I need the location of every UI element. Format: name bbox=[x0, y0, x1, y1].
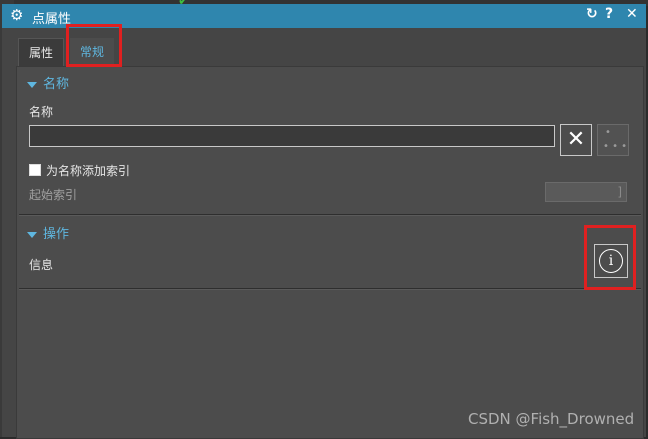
spinner-icon: ] bbox=[617, 185, 622, 199]
section-ops-header[interactable]: 操作 bbox=[27, 223, 69, 242]
point-properties-dialog: ⚙ 点属性 ↻ ? ✕ 属性 常规 名称 名称 ✕ • • • • 为名称添加索… bbox=[2, 4, 646, 439]
dots-icon: • bbox=[605, 127, 611, 138]
add-index-checkbox[interactable] bbox=[29, 164, 41, 176]
section-divider bbox=[19, 288, 641, 290]
section-ops-title: 操作 bbox=[43, 227, 70, 242]
start-index-input[interactable]: ] bbox=[545, 182, 627, 202]
collapse-triangle-icon bbox=[27, 81, 37, 88]
add-index-label: 为名称添加索引 bbox=[46, 164, 131, 178]
section-name-title: 名称 bbox=[43, 77, 70, 92]
section-name-header[interactable]: 名称 bbox=[27, 73, 69, 92]
refresh-icon[interactable]: ↻ bbox=[586, 6, 598, 22]
collapse-triangle-icon bbox=[27, 231, 37, 238]
name-input[interactable] bbox=[29, 125, 555, 147]
highlight-box-info bbox=[584, 225, 636, 290]
name-label: 名称 bbox=[29, 105, 54, 119]
gear-icon: ⚙ bbox=[10, 6, 24, 24]
start-index-label: 起始索引 bbox=[29, 188, 78, 202]
help-button[interactable]: ? bbox=[605, 6, 613, 22]
tab-properties[interactable]: 属性 bbox=[18, 38, 65, 67]
more-options-button[interactable]: • • • • bbox=[597, 124, 629, 156]
highlight-box-tab bbox=[66, 24, 122, 67]
close-button[interactable]: ✕ bbox=[626, 6, 638, 22]
general-panel: 名称 名称 ✕ • • • • 为名称添加索引 起始索引 ] 操作 信息 i bbox=[16, 66, 644, 439]
section-divider bbox=[19, 214, 641, 216]
clear-name-button[interactable]: ✕ bbox=[560, 124, 592, 156]
watermark: CSDN @Fish_Drowned bbox=[468, 410, 635, 428]
info-label: 信息 bbox=[29, 258, 54, 272]
